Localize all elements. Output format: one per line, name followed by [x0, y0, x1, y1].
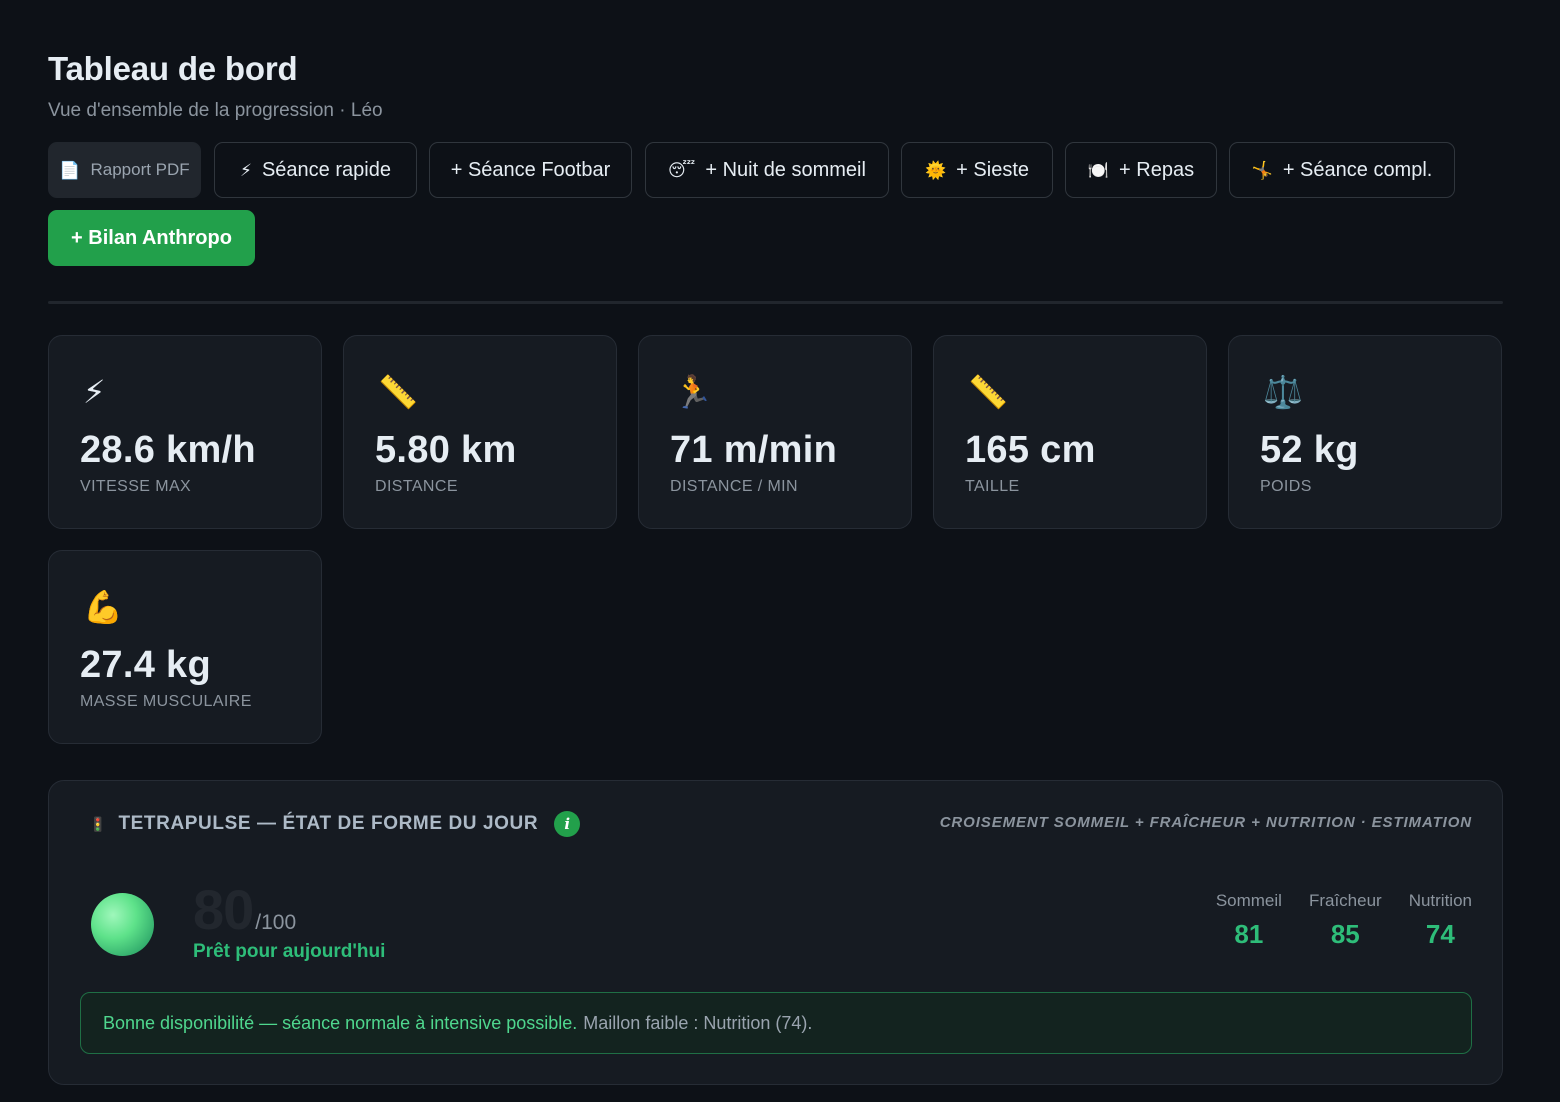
stat-label: VITESSE MAX — [80, 478, 192, 495]
advice-main-text: Bonne disponibilité — séance normale à i… — [103, 1012, 578, 1033]
add-sleep-night-button[interactable]: 😴 + Nuit de sommeil — [645, 142, 889, 198]
readiness-metrics: Sommeil 81 Fraîcheur 85 Nutrition 74 — [1216, 891, 1472, 950]
section-divider — [48, 301, 1503, 304]
pdf-report-button[interactable]: 📄 Rapport PDF — [48, 142, 201, 198]
add-anthropo-assessment-label: + Bilan Anthropo — [71, 226, 232, 249]
stat-card-distance-per-min: 🏃 71 m/min DISTANCE / MIN — [638, 335, 912, 529]
tetrapulse-header: 🚦 TETRAPULSE — ÉTAT DE FORME DU JOUR i — [89, 811, 581, 837]
add-nap-label: + Sieste — [956, 158, 1029, 181]
pdf-report-label: Rapport PDF — [90, 160, 190, 179]
page-subtitle: Vue d'ensemble de la progression · Léo — [48, 100, 383, 121]
flexed-biceps-icon: 💪 — [83, 589, 123, 625]
metric-value: 85 — [1330, 919, 1360, 949]
page-title: Tableau de bord — [48, 50, 298, 87]
metric-sleep: Sommeil 81 — [1216, 891, 1282, 950]
stat-value: 28.6 km/h — [80, 429, 256, 471]
stat-value: 27.4 kg — [80, 644, 211, 686]
traffic-light-icon: 🚦 — [89, 815, 107, 832]
ruler-icon: 📏 — [968, 374, 1008, 410]
lightning-icon: ⚡ — [83, 374, 106, 410]
add-meal-button[interactable]: 🍽️ + Repas — [1065, 142, 1217, 198]
document-icon: 📄 — [59, 160, 81, 180]
quick-session-button[interactable]: ⚡ Séance rapide — [214, 142, 417, 198]
tetrapulse-panel: 🚦 TETRAPULSE — ÉTAT DE FORME DU JOUR i C… — [48, 780, 1503, 1085]
stat-value: 71 m/min — [670, 429, 838, 471]
stat-label: DISTANCE / MIN — [670, 478, 798, 495]
add-complementary-session-label: + Séance compl. — [1282, 158, 1433, 181]
ruler-icon: 📏 — [378, 374, 418, 410]
cartwheel-icon: 🤸 — [1251, 160, 1273, 180]
quick-session-label: Séance rapide — [261, 158, 391, 181]
stat-label: TAILLE — [965, 478, 1020, 495]
readiness-advice-box: Bonne disponibilité — séance normale à i… — [80, 992, 1472, 1054]
metric-label: Sommeil — [1215, 891, 1282, 910]
info-icon[interactable]: i — [554, 811, 581, 837]
stat-label: MASSE MUSCULAIRE — [80, 693, 252, 710]
stat-value: 52 kg — [1260, 429, 1359, 471]
metric-value: 74 — [1425, 919, 1455, 949]
tetrapulse-method-note: CROISEMENT SOMMEIL + FRAÎCHEUR + NUTRITI… — [939, 814, 1472, 831]
plate-icon: 🍽️ — [1087, 160, 1110, 180]
add-anthropo-assessment-button[interactable]: + Bilan Anthropo — [48, 210, 255, 266]
metric-label: Fraîcheur — [1308, 891, 1382, 910]
stat-label: POIDS — [1260, 478, 1312, 495]
readiness-orb — [91, 893, 154, 956]
readiness-score-value: 80 — [193, 878, 254, 941]
add-complementary-session-button[interactable]: 🤸 + Séance compl. — [1229, 142, 1455, 198]
readiness-status: Prêt pour aujourd'hui — [193, 941, 386, 962]
metric-nutrition: Nutrition 74 — [1409, 891, 1472, 950]
readiness-score-max: /100 — [255, 911, 297, 934]
lightning-icon: ⚡ — [240, 160, 252, 180]
sleeping-face-icon: 😴 — [668, 160, 696, 180]
add-meal-label: + Repas — [1119, 158, 1195, 181]
tetrapulse-title: TETRAPULSE — ÉTAT DE FORME DU JOUR — [118, 813, 539, 834]
add-nap-button[interactable]: 🌞 + Sieste — [901, 142, 1053, 198]
metric-label: Nutrition — [1408, 891, 1472, 910]
metric-freshness: Fraîcheur 85 — [1309, 891, 1382, 950]
stat-card-weight: ⚖️ 52 kg POIDS — [1228, 335, 1502, 529]
dashboard-page: Tableau de bord Vue d'ensemble de la pro… — [0, 0, 1560, 1102]
stat-card-max-speed: ⚡ 28.6 km/h VITESSE MAX — [48, 335, 322, 529]
stat-label: DISTANCE — [375, 478, 458, 495]
sun-icon: 🌞 — [925, 160, 947, 180]
add-footbar-session-button[interactable]: + Séance Footbar — [429, 142, 632, 198]
stat-card-distance: 📏 5.80 km DISTANCE — [343, 335, 617, 529]
balance-scale-icon: ⚖️ — [1263, 374, 1303, 410]
stat-value: 5.80 km — [375, 429, 517, 471]
add-footbar-session-label: + Séance Footbar — [450, 158, 611, 181]
stat-card-height: 📏 165 cm TAILLE — [933, 335, 1207, 529]
stat-value: 165 cm — [965, 429, 1096, 471]
advice-weak-link-text: Maillon faible : Nutrition (74). — [583, 1012, 813, 1033]
runner-icon: 🏃 — [673, 374, 713, 410]
readiness-score: 80 /100 — [193, 877, 296, 942]
stat-card-muscle-mass: 💪 27.4 kg MASSE MUSCULAIRE — [48, 550, 322, 744]
metric-value: 81 — [1234, 919, 1264, 949]
add-sleep-night-label: + Nuit de sommeil — [705, 158, 866, 181]
